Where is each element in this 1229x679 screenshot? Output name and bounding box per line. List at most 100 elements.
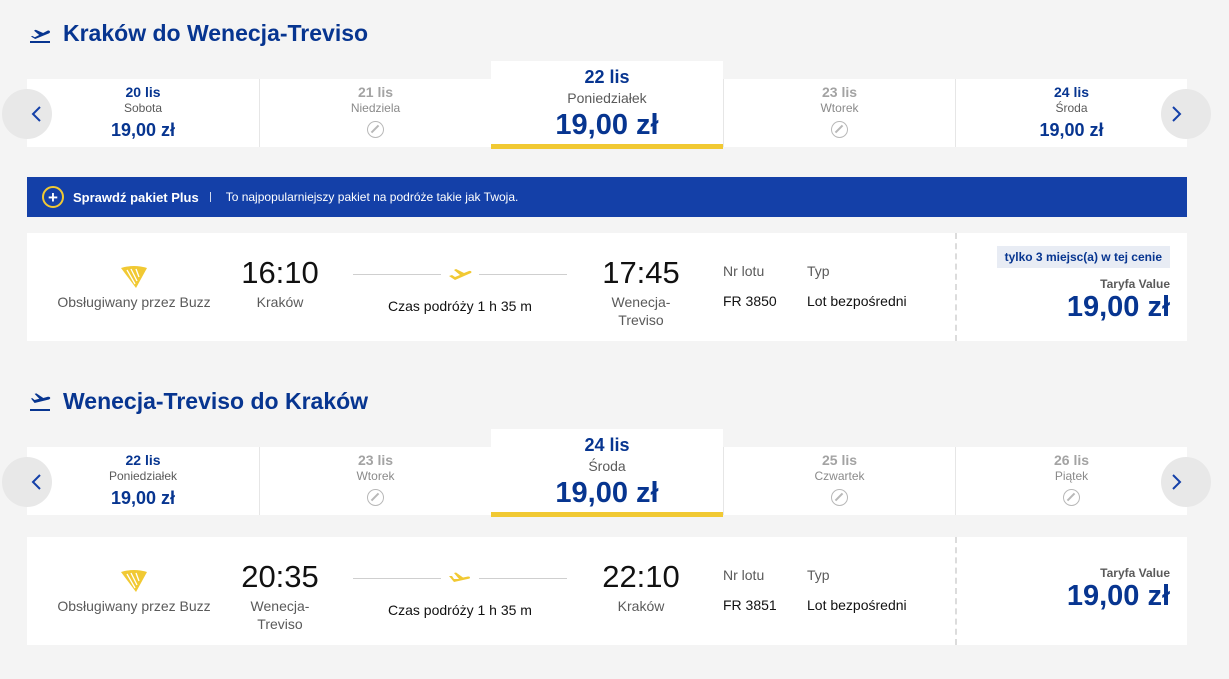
fare-label: Taryfa Value: [1100, 277, 1170, 291]
return-date-2[interactable]: 24 lis Środa 19,00 zł: [491, 429, 723, 517]
weekday-label: Wtorek: [820, 101, 859, 115]
outbound-date-strip: 20 lis Sobota 19,00 zł 21 lis Niedziela …: [2, 61, 1211, 149]
plus-icon: +: [42, 186, 64, 208]
return-date-strip: 22 lis Poniedziałek 19,00 zł 23 lis Wtor…: [2, 429, 1211, 517]
no-flight-icon: [831, 121, 848, 138]
weekday-label: Czwartek: [814, 469, 865, 483]
date-label: 24 lis: [1053, 84, 1090, 100]
seats-left-badge: tylko 3 miejsc(a) w tej cenie: [996, 246, 1170, 268]
flight-duration: Czas podróży 1 h 35 m: [388, 298, 532, 314]
no-flight-icon: [367, 121, 384, 138]
flight-duration: Czas podróży 1 h 35 m: [388, 602, 532, 618]
ryanair-harp-logo: [121, 266, 147, 288]
departure: 16:10 Kraków: [220, 255, 340, 311]
return-next-button[interactable]: [1161, 457, 1211, 507]
weekday-label: Poniedziałek: [567, 90, 647, 106]
operator-label: Obsługiwany przez Buzz: [57, 294, 211, 310]
chevron-left-icon: [31, 474, 41, 490]
plane-landing-icon: [449, 572, 470, 582]
return-prev-button[interactable]: [2, 457, 52, 507]
outbound-prev-button[interactable]: [2, 89, 52, 139]
arrival: 22:10 Kraków: [581, 559, 701, 615]
no-flight-icon: [1063, 489, 1080, 506]
outbound-flight-card[interactable]: Obsługiwany przez Buzz 16:10 Kraków Czas…: [27, 233, 1187, 341]
ryanair-harp-logo: [121, 570, 147, 592]
outbound-date-3: 23 lis Wtorek: [723, 79, 955, 147]
outbound-date-0[interactable]: 20 lis Sobota 19,00 zł: [27, 79, 259, 147]
outbound-date-4[interactable]: 24 lis Środa 19,00 zł: [955, 79, 1187, 147]
plus-package-banner[interactable]: + Sprawdź pakiet Plus To najpopularniejs…: [27, 177, 1187, 217]
weekday-label: Piątek: [1054, 469, 1089, 483]
date-label: 22 lis: [125, 452, 161, 468]
departure-time: 20:35: [241, 559, 319, 594]
date-price: 19,00 zł: [110, 120, 176, 140]
flight-type: Lot bezpośredni: [807, 293, 907, 309]
flight-number: FR 3850: [723, 293, 777, 309]
arrival-time: 17:45: [602, 255, 680, 290]
arrival-city: Wenecja- Treviso: [611, 294, 671, 328]
weekday-label: Sobota: [123, 101, 163, 115]
no-flight-icon: [831, 489, 848, 506]
arrival: 17:45 Wenecja- Treviso: [581, 255, 701, 329]
date-price: 19,00 zł: [555, 477, 659, 509]
type-label: Typ: [807, 567, 830, 583]
arrival-time: 22:10: [602, 559, 680, 594]
card-divider: [955, 537, 957, 645]
flight-number: FR 3851: [723, 597, 777, 613]
plane-icon: [449, 269, 472, 280]
type-label: Typ: [807, 263, 830, 279]
plane-landing-icon: [30, 392, 51, 411]
route-line-right: [479, 274, 567, 275]
weekday-label: Niedziela: [350, 101, 401, 115]
route-line-right: [479, 578, 567, 579]
fare-label: Taryfa Value: [1100, 566, 1170, 580]
plane-takeoff-icon: [30, 29, 50, 43]
weekday-label: Poniedziałek: [108, 469, 178, 483]
departure: 20:35 Wenecja- Treviso: [220, 559, 340, 633]
departure-time: 16:10: [241, 255, 319, 290]
fare-price[interactable]: 19,00 zł: [1067, 580, 1170, 613]
route-line-left: [353, 274, 441, 275]
no-flight-icon: [367, 489, 384, 506]
chevron-right-icon: [1172, 474, 1182, 490]
return-date-1: 23 lis Wtorek: [259, 447, 491, 515]
date-label: 23 lis: [821, 84, 858, 100]
card-divider: [955, 233, 957, 341]
flight-number-label: Nr lotu: [723, 263, 765, 279]
return-date-3: 25 lis Czwartek: [723, 447, 955, 515]
return-date-4: 26 lis Piątek: [955, 447, 1187, 515]
date-label: 22 lis: [584, 67, 630, 87]
chevron-left-icon: [31, 106, 41, 122]
banner-separator: [209, 192, 211, 202]
banner-description: To najpopularniejszy pakiet na podróże t…: [225, 190, 519, 204]
outbound-date-1: 21 lis Niedziela: [259, 79, 491, 147]
date-price: 19,00 zł: [1039, 120, 1104, 140]
date-label: 25 lis: [821, 452, 858, 468]
date-label: 24 lis: [584, 435, 630, 455]
date-label: 20 lis: [125, 84, 161, 100]
outbound-title-text: Kraków do Wenecja-Treviso: [63, 20, 369, 46]
arrival-city: Kraków: [617, 598, 665, 614]
flight-type: Lot bezpośredni: [807, 597, 907, 613]
operator-label: Obsługiwany przez Buzz: [57, 598, 211, 614]
date-label: 21 lis: [357, 84, 394, 100]
operator: Obsługiwany przez Buzz: [49, 264, 219, 310]
departure-city: Wenecja- Treviso: [250, 598, 310, 632]
date-label: 26 lis: [1053, 452, 1090, 468]
return-flight-card[interactable]: Obsługiwany przez Buzz 20:35 Wenecja- Tr…: [27, 537, 1187, 645]
weekday-label: Środa: [588, 458, 626, 474]
outbound-date-2[interactable]: 22 lis Poniedziałek 19,00 zł: [491, 61, 723, 149]
fare-price[interactable]: 19,00 zł: [1067, 291, 1170, 324]
date-price: 19,00 zł: [555, 109, 659, 141]
operator: Obsługiwany przez Buzz: [49, 568, 219, 614]
return-date-0[interactable]: 22 lis Poniedziałek 19,00 zł: [27, 447, 259, 515]
banner-title: Sprawdź pakiet Plus: [73, 189, 199, 205]
date-label: 23 lis: [357, 452, 394, 468]
flight-number-label: Nr lotu: [723, 567, 765, 583]
departure-city: Kraków: [256, 294, 304, 310]
chevron-right-icon: [1172, 106, 1182, 122]
return-title-text: Wenecja-Treviso do Kraków: [63, 388, 369, 414]
outbound-title: Kraków do Wenecja-Treviso: [28, 20, 368, 47]
date-price: 19,00 zł: [110, 488, 176, 508]
outbound-next-button[interactable]: [1161, 89, 1211, 139]
